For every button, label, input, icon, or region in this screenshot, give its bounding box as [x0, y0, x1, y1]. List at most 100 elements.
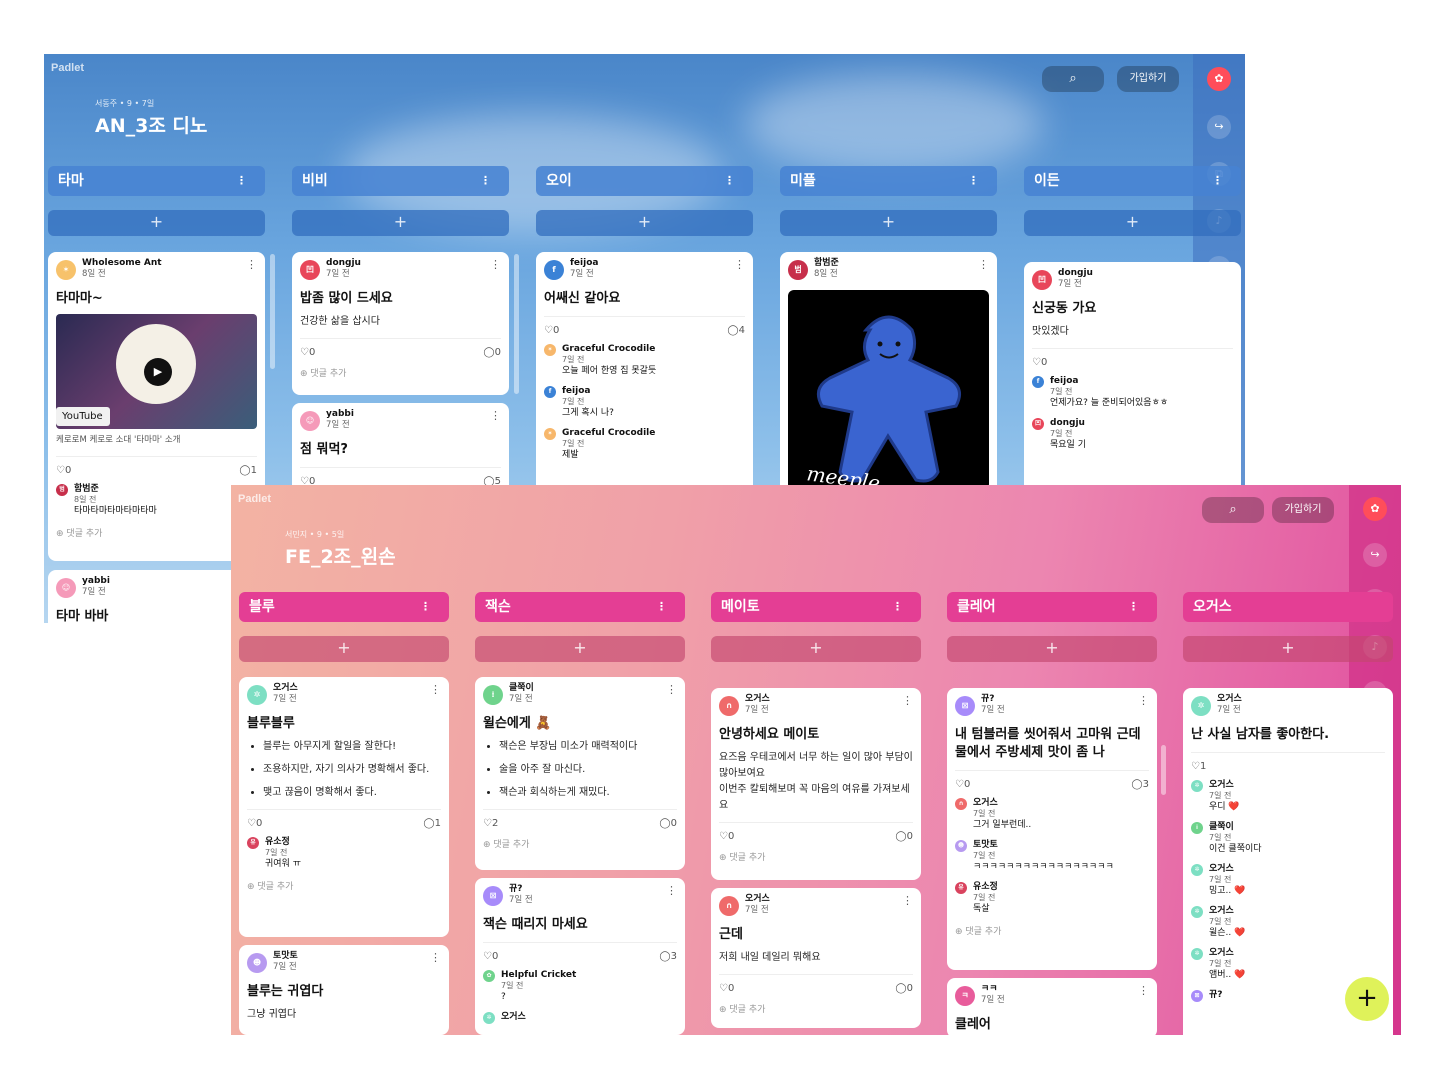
column-menu-icon[interactable]: ⋮	[724, 166, 735, 196]
column-menu-icon[interactable]: ⋮	[480, 166, 491, 196]
like-button[interactable]: ♡0	[544, 325, 559, 336]
post-menu-icon[interactable]: ⋮	[734, 258, 745, 271]
column-header[interactable]: 클레어 ⋮	[947, 592, 1157, 622]
like-button[interactable]: ♡0	[247, 818, 262, 829]
comment-count-button[interactable]: ◯1	[423, 818, 441, 829]
padlet-logo[interactable]: Padlet	[51, 62, 84, 74]
post-card[interactable]: ☻ 토맛토 7일 전 ⋮ 블루는 귀엽다 그냥 귀엽다	[239, 945, 449, 1035]
add-comment-button[interactable]: ⊕ 댓글 추가	[56, 526, 257, 539]
post-card[interactable]: ⊠ 뀨? 7일 전 ⋮ 잭슨 때리지 마세요 ♡0 ◯3 ✿ Helpful Cricke…	[475, 878, 685, 1035]
add-post-button[interactable]: +	[48, 210, 265, 236]
post-card[interactable]: ∩ 오거스 7일 전 ⋮ 안녕하세요 메이토 요즈음 우테코에서 너무 하는 일이 많…	[711, 688, 921, 880]
post-card[interactable]: 범 함범준 8일 전 ⋮ meeple	[780, 252, 997, 512]
post-menu-icon[interactable]: ⋮	[978, 258, 989, 271]
avatar[interactable]: ✿	[1207, 67, 1231, 91]
column-menu-icon[interactable]: ⋮	[236, 166, 247, 196]
add-post-button[interactable]: +	[1183, 636, 1393, 662]
post-menu-icon[interactable]: ⋮	[1138, 984, 1149, 997]
add-comment-button[interactable]: ⊕ 댓글 추가	[247, 879, 441, 892]
post-menu-icon[interactable]: ⋮	[1138, 694, 1149, 707]
add-post-button[interactable]: +	[292, 210, 509, 236]
post-menu-icon[interactable]: ⋮	[430, 951, 441, 964]
like-button[interactable]: ♡1	[1191, 761, 1206, 772]
share-icon[interactable]: ↪	[1363, 543, 1387, 567]
post-card[interactable]: 凹 dongju 7일 전 ⋮ 밥좀 많이 드세요 건강한 삶을 삽시다 ♡0 ◯0 ⊕…	[292, 252, 509, 395]
post-menu-icon[interactable]: ⋮	[490, 258, 501, 271]
column-menu-icon[interactable]: ⋮	[1212, 166, 1223, 196]
column-title: 이든	[1034, 173, 1060, 189]
like-button[interactable]: ♡0	[300, 347, 315, 358]
add-post-button[interactable]: +	[1024, 210, 1241, 236]
post-menu-icon[interactable]: ⋮	[246, 258, 257, 271]
comment-count-button[interactable]: ◯0	[895, 983, 913, 994]
post-card[interactable]: ✲오거스7일 전⋮ 블루블루 블루는 아무지게 할일을 잘한다!조용하지만, 자…	[239, 677, 449, 937]
add-post-button[interactable]: +	[947, 636, 1157, 662]
column-header[interactable]: 이든 ⋮	[1024, 166, 1241, 196]
avatar[interactable]: ✿	[1363, 497, 1387, 521]
column-header[interactable]: 오이 ⋮	[536, 166, 753, 196]
like-button[interactable]: ♡0	[483, 951, 498, 962]
column-header[interactable]: 오거스	[1183, 592, 1393, 622]
comment-count-button[interactable]: ◯1	[239, 465, 257, 476]
column-header[interactable]: 비비 ⋮	[292, 166, 509, 196]
like-button[interactable]: ♡0	[719, 983, 734, 994]
add-comment-button[interactable]: ⊕ 댓글 추가	[483, 837, 677, 850]
add-post-button[interactable]: +	[780, 210, 997, 236]
column-menu-icon[interactable]: ⋮	[420, 592, 431, 622]
add-comment-button[interactable]: ⊕ 댓글 추가	[719, 1002, 913, 1015]
add-post-fab[interactable]: +	[1345, 977, 1389, 1021]
add-comment-button[interactable]: ⊕ 댓글 추가	[955, 924, 1149, 937]
padlet-logo[interactable]: Padlet	[238, 493, 271, 505]
post-menu-icon[interactable]: ⋮	[666, 683, 677, 696]
search-button[interactable]: ⌕	[1202, 497, 1264, 523]
like-button[interactable]: ♡2	[483, 818, 498, 829]
comment-count-button[interactable]: ◯3	[1131, 779, 1149, 790]
post-menu-icon[interactable]: ⋮	[902, 694, 913, 707]
post-card[interactable]: ㅋㅋㅋ 7일 전 ⋮ 클레어	[947, 978, 1157, 1035]
scrollbar[interactable]	[514, 254, 519, 394]
column-menu-icon[interactable]: ⋮	[892, 592, 903, 622]
like-button[interactable]: ♡0	[719, 831, 734, 842]
search-button[interactable]: ⌕	[1042, 66, 1104, 92]
add-post-button[interactable]: +	[536, 210, 753, 236]
post-menu-icon[interactable]: ⋮	[902, 894, 913, 907]
column-header[interactable]: 블루 ⋮	[239, 592, 449, 622]
column-menu-icon[interactable]: ⋮	[656, 592, 667, 622]
like-button[interactable]: ♡0	[56, 465, 71, 476]
post-menu-icon[interactable]: ⋮	[666, 884, 677, 897]
column-header[interactable]: 미플 ⋮	[780, 166, 997, 196]
comment-count-button[interactable]: ◯3	[659, 951, 677, 962]
comment-count-button[interactable]: ◯0	[659, 818, 677, 829]
like-button[interactable]: ♡0	[1032, 357, 1047, 368]
comment-count-button[interactable]: ◯0	[895, 831, 913, 842]
add-post-button[interactable]: +	[711, 636, 921, 662]
play-icon[interactable]: ▶	[144, 358, 172, 386]
post-card[interactable]: 凹 dongju 7일 전 신궁동 가요 맛있겠다 ♡0 f feijoa 7일 전 언제…	[1024, 262, 1241, 512]
commenter-avatar: ✶	[544, 344, 556, 356]
add-post-button[interactable]: +	[239, 636, 449, 662]
add-comment-label: 댓글 추가	[66, 529, 103, 539]
comment-count-button[interactable]: ◯0	[483, 347, 501, 358]
post-card[interactable]: ∩ 오거스 7일 전 ⋮ 근데 저희 내일 데일리 뭐해요 ♡0 ◯0 ⊕ 댓글 추가	[711, 888, 921, 1028]
scrollbar[interactable]	[1161, 745, 1166, 795]
scrollbar[interactable]	[270, 254, 275, 369]
join-button[interactable]: 가입하기	[1272, 497, 1334, 523]
join-button[interactable]: 가입하기	[1117, 66, 1179, 92]
column-menu-icon[interactable]: ⋮	[1128, 592, 1139, 622]
post-menu-icon[interactable]: ⋮	[430, 683, 441, 696]
add-comment-button[interactable]: ⊕ 댓글 추가	[719, 850, 913, 863]
share-icon[interactable]: ↪	[1207, 115, 1231, 139]
post-card[interactable]: ⁞ 클쭉이7일 전 ⋮ 윌슨에게 🧸 잭슨은 부장님 미소가 매력적이다술을 아주 …	[475, 677, 685, 870]
column-header[interactable]: 타마 ⋮	[48, 166, 265, 196]
post-card[interactable]: f feijoa 7일 전 ⋮ 어쌔신 같아요 ♡0 ◯4 ✶ Graceful Croc…	[536, 252, 753, 512]
meeple-image[interactable]: meeple	[788, 290, 989, 490]
add-post-button[interactable]: +	[475, 636, 685, 662]
post-card[interactable]: ⊠ 뀨? 7일 전 ⋮ 내 텀블러를 씻어줘서 고마워 근데 물에서 주방세제 맛이 …	[947, 688, 1157, 970]
comment-count-button[interactable]: ◯4	[727, 325, 745, 336]
add-comment-button[interactable]: ⊕ 댓글 추가	[300, 366, 501, 379]
column-menu-icon[interactable]: ⋮	[968, 166, 979, 196]
column-header[interactable]: 메이토 ⋮	[711, 592, 921, 622]
post-menu-icon[interactable]: ⋮	[490, 409, 501, 422]
column-header[interactable]: 잭슨 ⋮	[475, 592, 685, 622]
like-button[interactable]: ♡0	[955, 779, 970, 790]
